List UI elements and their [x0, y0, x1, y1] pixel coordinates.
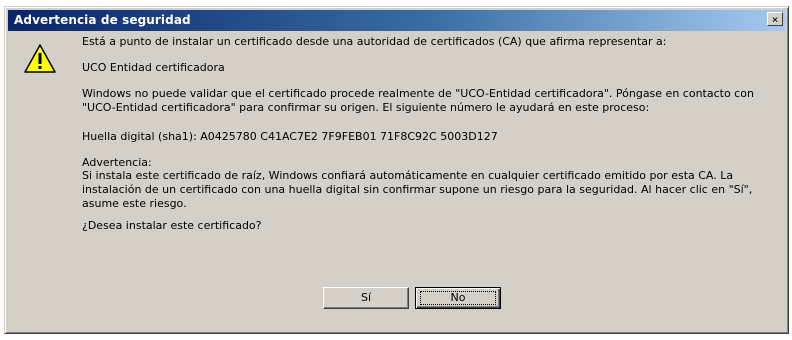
issuer-name: UCO Entidad certificadora [82, 61, 225, 74]
install-question: ¿Desea instalar este certificado? [82, 219, 262, 232]
title-bar[interactable]: Advertencia de seguridad × [8, 10, 785, 31]
close-icon: × [771, 13, 779, 26]
validation-text: Windows no puede validar que el certific… [82, 87, 754, 114]
focus-rectangle [420, 291, 496, 305]
warning-heading: Advertencia: [82, 156, 152, 169]
yes-button[interactable]: Sí [323, 287, 409, 309]
warning-triangle-icon [24, 44, 56, 73]
thumbprint-text: Huella digital (sha1): A0425780 C41AC7E2… [82, 130, 498, 143]
no-button[interactable]: No [415, 287, 501, 309]
dialog-title: Advertencia de seguridad [14, 13, 191, 27]
yes-button-label: Sí [360, 291, 372, 304]
close-button[interactable]: × [767, 12, 783, 26]
security-warning-dialog: Advertencia de seguridad × Está a punto … [4, 6, 789, 334]
intro-text: Está a punto de instalar un certificado … [82, 35, 667, 48]
warning-body: Si instala este certificado de raíz, Win… [82, 169, 753, 210]
